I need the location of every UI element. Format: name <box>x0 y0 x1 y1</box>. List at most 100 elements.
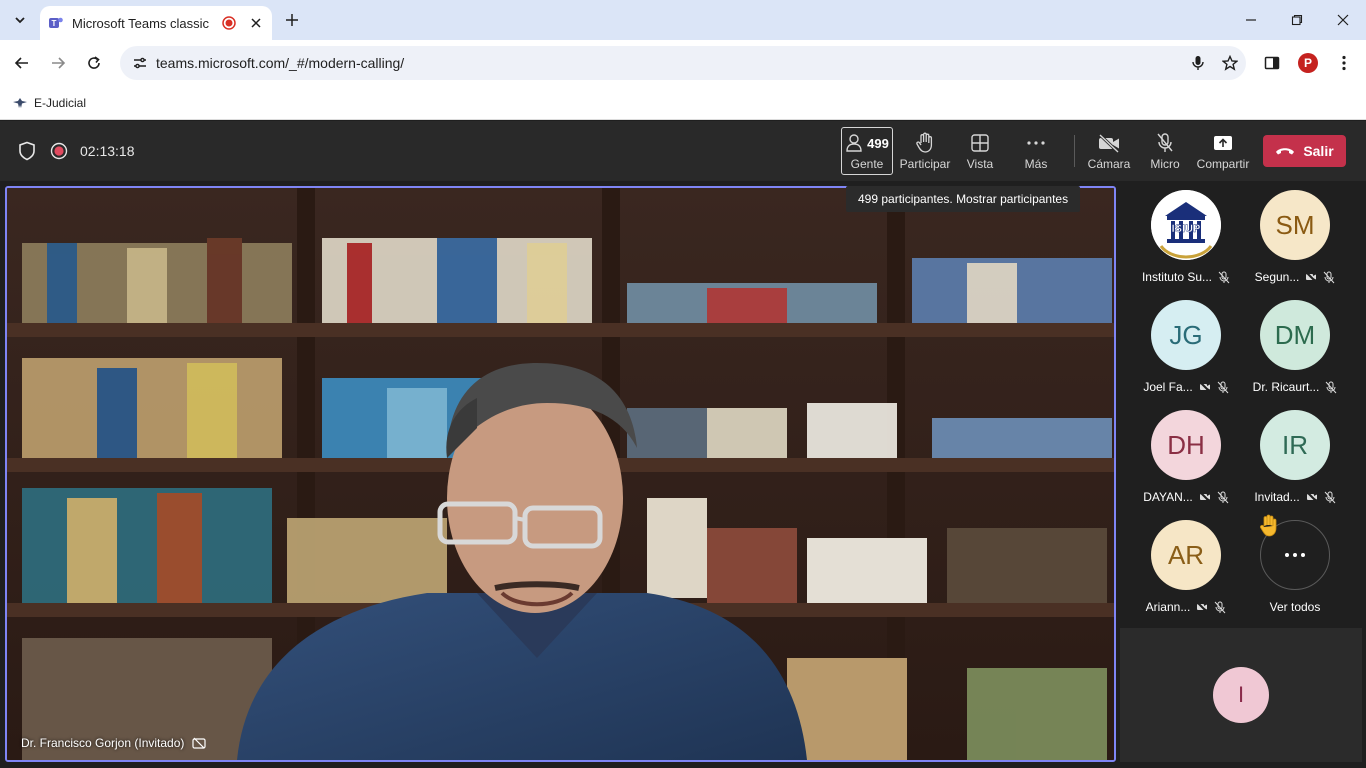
meeting-control-bar: 02:13:18 499 Gente Participar Vista Más … <box>0 121 1366 181</box>
share-button[interactable]: Compartir <box>1196 127 1250 175</box>
address-bar[interactable]: teams.microsoft.com/_#/modern-calling/ <box>120 46 1246 80</box>
participant-card[interactable]: DM Dr. Ricaurt... <box>1240 300 1350 410</box>
share-label: Compartir <box>1196 157 1250 171</box>
shield-icon[interactable] <box>18 141 36 161</box>
toolbar-divider <box>1074 135 1075 167</box>
reload-button[interactable] <box>80 49 108 77</box>
restore-icon <box>1291 14 1303 26</box>
people-button[interactable]: 499 Gente <box>841 127 893 175</box>
raise-hand-label: Participar <box>899 157 951 171</box>
people-label: Gente <box>850 157 884 171</box>
camera-off-icon <box>1199 491 1211 503</box>
share-screen-icon <box>1214 136 1232 150</box>
bookmark-e-judicial[interactable]: E-Judicial <box>12 92 86 114</box>
star-icon <box>1222 55 1238 71</box>
avatar: SM <box>1260 190 1330 260</box>
hand-icon <box>916 132 933 153</box>
view-button[interactable]: Vista <box>958 127 1002 175</box>
raise-hand-button[interactable]: Participar <box>898 127 952 175</box>
minimize-button[interactable] <box>1228 0 1274 40</box>
people-icon <box>846 134 862 152</box>
see-all-participants-button[interactable]: Ver todos <box>1240 520 1350 630</box>
recording-icon <box>222 16 236 30</box>
microphone-icon <box>1192 56 1204 70</box>
kebab-menu-icon <box>1342 55 1346 71</box>
tune-icon <box>134 57 146 69</box>
eagle-icon <box>13 98 27 108</box>
arrow-left-icon <box>14 57 28 69</box>
raised-hand-icon <box>1258 514 1280 544</box>
participants-tooltip: 499 participantes. Mostrar participantes <box>846 186 1081 212</box>
plus-icon <box>286 14 298 26</box>
bookmark-star-button[interactable] <box>1214 49 1246 77</box>
participant-name: Instituto Su... <box>1141 270 1213 284</box>
camera-label: Cámara <box>1087 157 1131 171</box>
avatar: DM <box>1260 300 1330 370</box>
camera-button[interactable]: Cámara <box>1087 127 1131 175</box>
browser-menu-button[interactable] <box>1330 49 1358 77</box>
site-info-button[interactable] <box>124 55 156 71</box>
new-tab-button[interactable] <box>280 8 304 32</box>
leave-label: Salir <box>1303 143 1334 159</box>
minimize-icon <box>1246 19 1256 21</box>
participant-card[interactable]: SM Segun... <box>1240 190 1350 300</box>
mic-off-icon <box>1217 381 1229 393</box>
more-actions-button[interactable]: Más <box>1014 127 1058 175</box>
speaker-video[interactable]: Dr. Francisco Gorjon (Invitado) <box>5 186 1116 762</box>
meeting-stage: Dr. Francisco Gorjon (Invitado) <box>0 181 1120 768</box>
participant-card[interactable]: IR Invitad... <box>1240 410 1350 520</box>
avatar: JG <box>1151 300 1221 370</box>
bookmarks-bar: E-Judicial <box>0 86 1366 120</box>
svg-text:T: T <box>52 19 57 28</box>
recording-icon <box>50 142 68 160</box>
avatar: P <box>1298 53 1318 73</box>
participant-card[interactable]: JG Joel Fa... <box>1131 300 1241 410</box>
side-panel-icon <box>1264 56 1280 70</box>
forward-button[interactable] <box>44 49 72 77</box>
participant-name: Dr. Ricaurt... <box>1252 380 1320 394</box>
arrow-right-icon <box>52 57 66 69</box>
leave-button[interactable]: Salir <box>1263 135 1346 167</box>
participant-count: 499 <box>867 135 889 151</box>
close-tab-button[interactable] <box>248 15 264 31</box>
meeting-timer: 02:13:18 <box>80 143 135 159</box>
hang-up-icon <box>1276 148 1295 155</box>
avatar: ISIUP <box>1151 190 1221 260</box>
tab-search-button[interactable] <box>8 8 32 32</box>
view-label: Vista <box>966 157 994 171</box>
url-text[interactable]: teams.microsoft.com/_#/modern-calling/ <box>156 55 1182 71</box>
avatar: DH <box>1151 410 1221 480</box>
restore-button[interactable] <box>1274 0 1320 40</box>
mic-label: Micro <box>1150 157 1180 171</box>
mic-off-icon <box>1157 133 1173 152</box>
bookmark-label: E-Judicial <box>34 96 87 110</box>
meeting-info: 02:13:18 <box>18 141 135 161</box>
back-button[interactable] <box>8 49 36 77</box>
close-icon <box>1337 14 1349 26</box>
teams-icon: T <box>49 17 63 28</box>
more-horizontal-icon <box>1027 141 1045 145</box>
layout-grid-icon <box>971 134 989 152</box>
see-all-label: Ver todos <box>1269 600 1321 614</box>
close-icon <box>251 18 261 28</box>
mic-off-icon <box>1325 381 1337 393</box>
participant-card[interactable]: DH DAYAN... <box>1131 410 1241 520</box>
participant-name: Segun... <box>1254 270 1300 284</box>
participant-card[interactable]: ISIUP Instituto Su... <box>1131 190 1241 300</box>
self-video-preview[interactable]: I <box>1120 628 1362 762</box>
profile-button[interactable]: P <box>1294 49 1322 77</box>
avatar: AR <box>1151 520 1221 590</box>
avatar: IR <box>1260 410 1330 480</box>
browser-toolbar: teams.microsoft.com/_#/modern-calling/ P <box>0 40 1366 86</box>
participant-card[interactable]: AR Ariann... <box>1131 520 1241 630</box>
bookshelf-video-image <box>7 188 1114 760</box>
close-window-button[interactable] <box>1320 0 1366 40</box>
voice-search-button[interactable] <box>1182 49 1214 77</box>
browser-tab-teams[interactable]: T Microsoft Teams classic <box>40 6 272 40</box>
participant-name: DAYAN... <box>1143 490 1193 504</box>
side-panel-button[interactable] <box>1258 49 1286 77</box>
mic-button[interactable]: Micro <box>1143 127 1187 175</box>
chevron-down-icon <box>15 17 25 24</box>
more-horizontal-icon <box>1285 553 1305 557</box>
camera-off-icon <box>192 737 206 749</box>
